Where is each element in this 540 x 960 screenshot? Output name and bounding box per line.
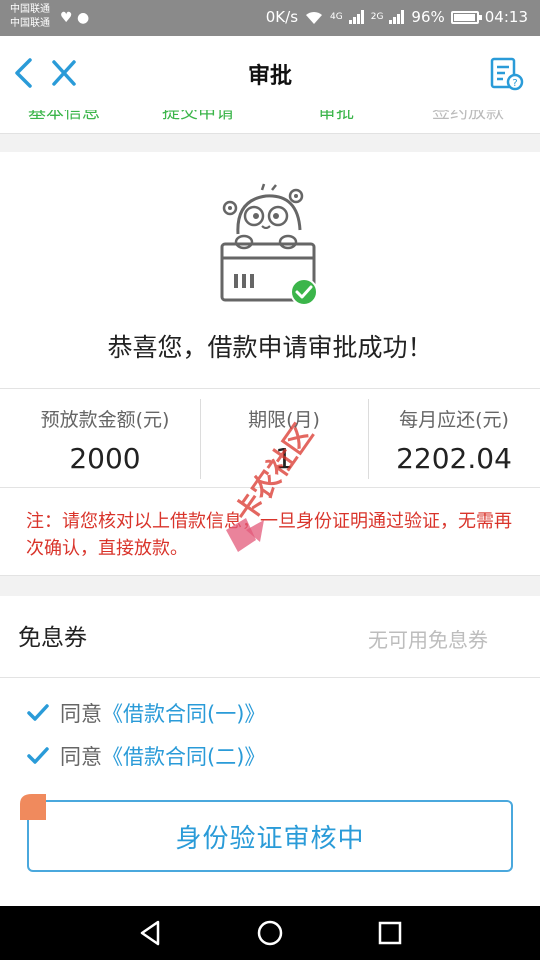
nav-bar: 审批 ? (0, 36, 540, 110)
back-triangle-icon[interactable] (136, 918, 166, 948)
battery-icon (450, 10, 482, 24)
step-approval: 审批 (318, 110, 354, 123)
coupon-label: 免息券 (18, 625, 87, 651)
checkbox-checked-icon[interactable] (26, 701, 50, 725)
stat-monthly: 每月应还(元) 2202.04 (368, 389, 540, 489)
signal-2-label: 2G (370, 12, 384, 22)
document-help-icon[interactable]: ? (488, 56, 524, 92)
step-basic-info: 基本信息 (28, 110, 100, 123)
stat-term: 期限(月) 1 (200, 389, 368, 489)
checkbox-checked-icon[interactable] (26, 744, 50, 768)
signal-2-icon (389, 10, 405, 24)
step-sign-disburse: 签约放款 (432, 110, 504, 123)
notice-text: 注：请您核对以上借款信息，一旦身份证明通过验证，无需再次确认，直接放款。 (0, 488, 540, 576)
chat-icon: ● (77, 10, 90, 26)
system-nav-bar (0, 906, 540, 960)
status-bar: 中国联通 中国联通 ♥ ● 0K/s 4G 2G 96% 04:13 (0, 0, 540, 36)
home-circle-icon[interactable] (255, 918, 285, 948)
svg-text:?: ? (512, 78, 517, 89)
carrier-2: 中国联通 (10, 18, 50, 29)
step-submit: 提交申请 (162, 110, 234, 123)
carrier-info: 中国联通 中国联通 (10, 3, 50, 31)
page-title: 审批 (247, 64, 292, 89)
corner-badge-icon (20, 794, 46, 820)
stat-term-label: 期限(月) (248, 409, 320, 431)
signal-1-label: 4G (330, 12, 343, 22)
agreement-1-link[interactable]: 《借款合同(一)》 (102, 698, 265, 728)
agreement-2-link[interactable]: 《借款合同(二)》 (102, 741, 265, 771)
recent-apps-icon[interactable] (375, 918, 405, 948)
close-icon[interactable] (50, 56, 78, 90)
stat-monthly-label: 每月应还(元) (399, 409, 509, 431)
stat-amount: 预放款金额(元) 2000 (10, 389, 200, 489)
coupon-row[interactable]: 免息券 无可用免息券 (0, 596, 540, 678)
clock: 04:13 (484, 8, 528, 26)
carrier-1: 中国联通 (10, 4, 50, 15)
agreement-2-prefix: 同意 (60, 745, 102, 769)
coupon-value: 无可用免息券 (368, 628, 488, 652)
stat-monthly-value: 2202.04 (396, 442, 512, 475)
loan-stats: 预放款金额(元) 2000 期限(月) 1 每月应还(元) 2202.04 (0, 388, 540, 488)
chevron-left-icon[interactable] (12, 56, 36, 90)
wifi-icon (306, 11, 323, 24)
agreement-row-2: 同意 《借款合同(二)》 (26, 739, 265, 773)
agreements-section: 同意 《借款合同(一)》 同意 《借款合同(二)》 身份验证审核中 (0, 678, 540, 906)
heart-icon: ♥ (60, 10, 73, 26)
agreement-1-prefix: 同意 (60, 702, 102, 726)
identity-verify-button[interactable]: 身份验证审核中 (27, 800, 513, 872)
agreement-row-1: 同意 《借款合同(一)》 (26, 696, 265, 730)
progress-steps: 基本信息 提交申请 审批 签约放款 (0, 110, 540, 134)
notification-icons: ♥ ● (60, 10, 89, 26)
net-speed: 0K/s (265, 8, 299, 26)
stat-amount-label: 预放款金额(元) (40, 409, 170, 431)
signal-1-icon (348, 10, 364, 24)
success-message: 恭喜您，借款申请审批成功！ (107, 333, 433, 362)
stat-term-value: 1 (275, 442, 293, 475)
battery-percent: 96% (411, 8, 445, 26)
stat-amount-value: 2000 (69, 442, 141, 475)
success-card: 恭喜您，借款申请审批成功！ (0, 152, 540, 388)
status-right: 0K/s 4G 2G 96% 04:13 (266, 8, 528, 26)
mascot-card-icon (220, 183, 318, 306)
